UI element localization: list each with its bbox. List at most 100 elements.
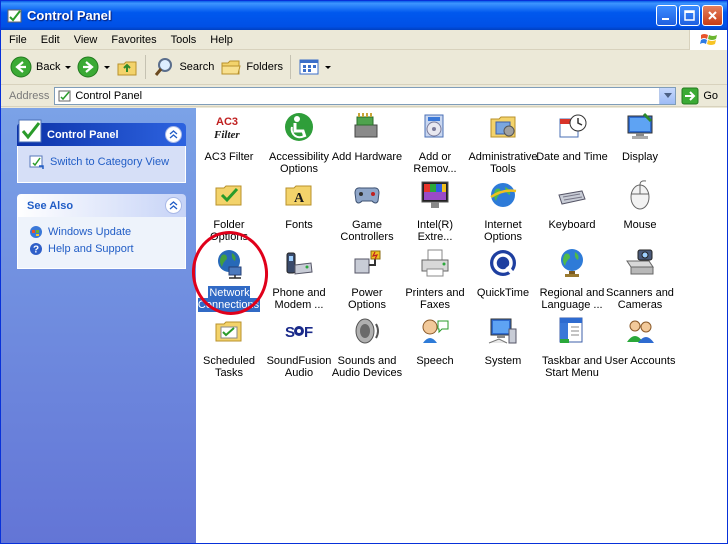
control-panel-item[interactable]: Taskbar and Start Menu	[536, 315, 608, 379]
keyboard-icon	[558, 190, 586, 205]
control-panel-item[interactable]: Accessibility Options	[263, 111, 335, 175]
control-panel-item-label: Sounds and Audio Devices	[331, 355, 403, 379]
close-button[interactable]	[702, 5, 723, 26]
control-panel-item-label: Mouse	[623, 219, 657, 231]
address-bar: Address Control Panel Go	[1, 85, 727, 107]
folders-label: Folders	[246, 61, 284, 73]
control-panel-item[interactable]: QuickTime	[467, 247, 539, 299]
minimize-button[interactable]	[656, 5, 677, 26]
control-panel-item[interactable]: Administrative Tools	[467, 111, 539, 175]
control-panel-item-label: Keyboard	[548, 219, 596, 231]
folders-button[interactable]: Folders	[217, 53, 286, 81]
windows-update-icon	[30, 226, 42, 238]
control-panel-item[interactable]: Keyboard	[536, 179, 608, 231]
control-panel-item[interactable]: S F SoundFusion Audio	[263, 315, 335, 379]
help-and-support-link[interactable]: ? Help and Support	[29, 242, 177, 256]
control-panel-item[interactable]: Internet Options	[467, 179, 539, 243]
chevron-down-icon[interactable]	[104, 65, 111, 69]
control-panel-item-label: Internet Options	[484, 219, 522, 243]
up-folder-icon	[117, 61, 137, 76]
menu-view[interactable]: View	[67, 34, 105, 46]
control-panel-item-label: Date and Time	[536, 151, 608, 163]
search-label: Search	[179, 61, 215, 73]
scheduled-tasks-icon	[215, 321, 242, 342]
collapse-icon[interactable]	[165, 197, 182, 214]
add-remove-programs-icon	[424, 114, 444, 138]
control-panel-item[interactable]: User Accounts	[604, 315, 676, 367]
svg-text:AC3: AC3	[216, 116, 238, 128]
control-panel-item[interactable]: Scanners and Cameras	[604, 247, 676, 311]
views-icon	[299, 59, 319, 75]
control-panel-item[interactable]: Sounds and Audio Devices	[331, 315, 403, 379]
chevron-down-icon[interactable]	[325, 65, 332, 69]
category-view-icon	[29, 155, 44, 169]
control-panel-item[interactable]: Speech	[399, 315, 471, 367]
taskbar-start-menu-icon	[559, 317, 583, 343]
control-panel-item[interactable]: Date and Time	[536, 111, 608, 163]
system-icon	[488, 318, 517, 344]
collapse-icon[interactable]	[165, 126, 182, 143]
accessibility-icon	[285, 113, 313, 141]
chevron-down-icon[interactable]	[65, 65, 72, 69]
control-panel-item-label: Scheduled Tasks	[203, 355, 255, 379]
control-panel-item[interactable]: Game Controllers	[331, 179, 403, 243]
control-panel-panel-header[interactable]: Control Panel	[17, 119, 186, 146]
menu-tools[interactable]: Tools	[164, 34, 204, 46]
control-panel-item[interactable]: Add or Remov...	[399, 111, 471, 175]
up-folder-button[interactable]	[113, 53, 141, 81]
switch-to-category-view-label: Switch to Category View	[50, 156, 170, 168]
mouse-icon	[630, 180, 650, 210]
control-panel-item-label: Scanners and Cameras	[606, 287, 674, 311]
control-panel-item[interactable]: A Fonts	[263, 179, 335, 231]
task-pane: Control Panel Switch to Category View Se…	[1, 108, 196, 543]
address-input[interactable]: Control Panel	[54, 86, 677, 105]
control-panel-item-label: AC3 Filter	[204, 151, 254, 163]
control-panel-item[interactable]: Power Options	[331, 247, 403, 311]
address-dropdown-button[interactable]	[659, 87, 676, 104]
go-button[interactable]: Go	[681, 87, 718, 105]
control-panel-item[interactable]: Network Connections	[193, 247, 265, 312]
menu-file[interactable]: File	[1, 34, 34, 46]
control-panel-item[interactable]: Display	[604, 111, 676, 163]
control-panel-item[interactable]: AC3 Filter AC3 Filter	[193, 111, 265, 163]
back-button[interactable]: Back	[7, 53, 74, 81]
control-panel-item[interactable]: Printers and Faxes	[399, 247, 471, 311]
control-panel-item-label: User Accounts	[604, 355, 676, 367]
menu-favorites[interactable]: Favorites	[104, 34, 163, 46]
views-button[interactable]	[295, 53, 334, 81]
printers-faxes-icon	[421, 249, 449, 277]
maximize-button[interactable]	[679, 5, 700, 26]
back-label: Back	[36, 61, 61, 73]
help-icon: ?	[30, 243, 42, 256]
windows-update-link[interactable]: Windows Update	[29, 225, 177, 239]
search-button[interactable]: Search	[150, 53, 217, 81]
control-panel-item[interactable]: Mouse	[604, 179, 676, 231]
title-bar[interactable]: Control Panel	[1, 1, 727, 30]
control-panel-item-label: Administrative Tools	[468, 151, 538, 175]
display-icon	[627, 112, 653, 139]
phone-modem-icon	[286, 252, 313, 275]
sounds-audio-icon	[355, 318, 379, 344]
menu-edit[interactable]: Edit	[34, 34, 67, 46]
see-also-panel-header[interactable]: See Also	[17, 194, 186, 217]
switch-to-category-view-link[interactable]: Switch to Category View	[29, 154, 177, 170]
control-panel-item[interactable]: System	[467, 315, 539, 367]
help-and-support-label: Help and Support	[48, 243, 134, 255]
control-panel-item-label: SoundFusion Audio	[266, 355, 332, 379]
windows-logo-icon	[689, 30, 727, 50]
network-connections-icon	[218, 250, 242, 279]
control-panel-item-label: Add Hardware	[331, 151, 403, 163]
control-panel-item[interactable]: Folder Options	[193, 179, 265, 243]
control-panel-item[interactable]: Add Hardware	[331, 111, 403, 163]
back-arrow-icon	[10, 56, 32, 78]
control-panel-item[interactable]: Intel(R) Extre...	[399, 179, 471, 243]
search-icon	[155, 58, 173, 76]
control-panel-item[interactable]: Phone and Modem ...	[263, 247, 335, 311]
menu-help[interactable]: Help	[203, 34, 240, 46]
control-panel-item[interactable]: Scheduled Tasks	[193, 315, 265, 379]
forward-button[interactable]	[74, 53, 113, 81]
control-panel-item[interactable]: Regional and Language ...	[536, 247, 608, 311]
control-panel-item-label: Network Connections	[197, 286, 261, 312]
see-also-panel-title: See Also	[27, 199, 74, 212]
minimize-icon	[662, 18, 669, 20]
